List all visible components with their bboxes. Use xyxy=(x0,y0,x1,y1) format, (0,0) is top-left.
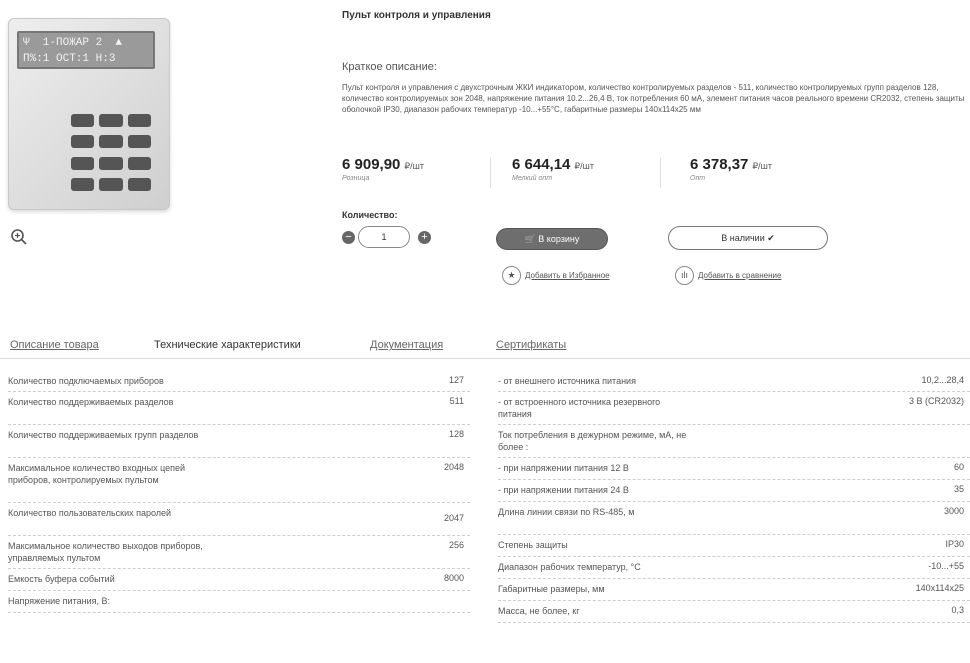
price-label: Розница xyxy=(342,175,370,182)
product-title: Пульт контроля и управления xyxy=(342,10,491,21)
table-row: Напряжение питания, В: xyxy=(8,591,470,613)
table-row: - при напряжении питания 12 В 60 xyxy=(498,458,970,480)
tab-documentation[interactable]: Документация xyxy=(370,339,443,351)
spec-value: 127 xyxy=(448,375,464,385)
spec-name: - при напряжении питания 24 В xyxy=(498,485,629,495)
spec-value: 3000 xyxy=(943,506,964,516)
quantity-increase-button[interactable]: + xyxy=(418,231,431,244)
table-row: - от встроенного источника резервного пи… xyxy=(498,392,970,425)
spec-name: Количество поддерживаемых групп разделов xyxy=(8,430,199,440)
price-divider xyxy=(490,158,491,188)
spec-name: Напряжение питания, В: xyxy=(8,596,110,606)
spec-value: 10,2...28,4 xyxy=(921,375,964,385)
spec-value: IP30 xyxy=(945,539,964,549)
spec-name: Ток потребления в дежурном режиме, мА, н… xyxy=(498,430,687,452)
spec-name: Максимальное количество выходов приборов… xyxy=(8,541,203,563)
spec-value: 511 xyxy=(449,396,464,406)
price-divider xyxy=(660,158,661,188)
compare-icon[interactable]: ılı xyxy=(675,266,694,285)
star-icon[interactable]: ★ xyxy=(502,266,521,285)
spec-name: Емкость буфера событий xyxy=(8,574,115,584)
tab-specifications[interactable]: Технические характеристики xyxy=(154,339,301,351)
zoom-icon[interactable] xyxy=(10,228,28,246)
table-row: Максимальное количество входных цепей пр… xyxy=(8,458,470,503)
spec-name: Длина линии связи по RS-485, м xyxy=(498,507,635,517)
specs-table-right: - от внешнего источника питания 10,2...2… xyxy=(498,371,970,623)
table-row: - от внешнего источника питания 10,2...2… xyxy=(498,371,970,392)
spec-value: 128 xyxy=(448,429,464,439)
table-row: Количество подключаемых приборов 127 xyxy=(8,371,470,392)
spec-value: 2048 xyxy=(443,462,464,472)
tab-certificates[interactable]: Сертификаты xyxy=(496,339,566,351)
table-row: Масса, не более, кг 0,3 xyxy=(498,601,970,623)
table-row: Емкость буфера событий 8000 xyxy=(8,569,470,591)
quantity-input[interactable]: 1 xyxy=(358,226,410,248)
spec-name: Диапазон рабочих температур, °С xyxy=(498,562,641,572)
price-label: Опт xyxy=(690,175,706,182)
spec-name: Количество подключаемых приборов xyxy=(8,376,164,386)
table-row: Длина линии связи по RS-485, м 3000 xyxy=(498,502,970,535)
table-row: Габаритные размеры, мм 140х114х25 xyxy=(498,579,970,601)
in-stock-button[interactable]: В наличии ✔ xyxy=(668,226,828,250)
spec-name: - при напряжении питания 12 В xyxy=(498,463,629,473)
quantity-label: Количество: xyxy=(342,210,398,220)
spec-value: 8000 xyxy=(443,573,464,583)
table-row: Максимальное количество выходов приборов… xyxy=(8,536,470,569)
price-amount: 6 644,14 xyxy=(512,156,571,173)
price-retail: 6 909,90 ₽/шт Розница xyxy=(342,156,424,182)
spec-value: 35 xyxy=(953,484,964,494)
spec-value: 140х114х25 xyxy=(915,583,964,593)
spec-name: - от встроенного источника резервного пи… xyxy=(498,397,661,419)
table-row: Степень защиты IP30 xyxy=(498,535,970,557)
table-row: Количество пользовательских паролей 2047 xyxy=(8,503,470,536)
spec-name: Масса, не более, кг xyxy=(498,606,580,616)
price-amount: 6 909,90 xyxy=(342,156,401,173)
spec-name: Габаритные размеры, мм xyxy=(498,584,605,594)
table-row: Диапазон рабочих температур, °С -10...+5… xyxy=(498,557,970,579)
price-unit: ₽/шт xyxy=(574,161,594,171)
spec-name: Количество поддерживаемых разделов xyxy=(8,397,174,407)
price-unit: ₽/шт xyxy=(752,161,772,171)
spec-value: -10...+55 xyxy=(928,561,964,571)
table-row: Количество поддерживаемых разделов 511 xyxy=(8,392,470,425)
add-to-compare-link[interactable]: Добавить в сравнение xyxy=(698,271,781,280)
spec-name: Степень защиты xyxy=(498,540,568,550)
table-row: Количество поддерживаемых групп разделов… xyxy=(8,425,470,458)
lcd-line-2: П%:1 ОСТ:1 Н:3 xyxy=(23,53,123,65)
table-row: - при напряжении питания 24 В 35 xyxy=(498,480,970,502)
spec-value: 3 В (CR2032) xyxy=(908,396,964,406)
price-amount: 6 378,37 xyxy=(690,156,749,173)
spec-name: Максимальное количество входных цепей пр… xyxy=(8,463,186,485)
specs-table-left: Количество подключаемых приборов 127 Кол… xyxy=(8,371,470,613)
spec-name: - от внешнего источника питания xyxy=(498,376,636,386)
lcd-line-1: Ψ 1-ПОЖАР 2 ▲ xyxy=(23,37,123,49)
description-heading: Краткое описание: xyxy=(342,61,437,73)
spec-value: 2047 xyxy=(443,513,464,523)
add-to-favorites-link[interactable]: Добавить в Избранное xyxy=(525,271,610,280)
tab-description[interactable]: Описание товара xyxy=(10,339,99,351)
price-unit: ₽/шт xyxy=(404,161,424,171)
table-row: Ток потребления в дежурном режиме, мА, н… xyxy=(498,425,970,458)
add-to-cart-button[interactable]: 🛒 В корзину xyxy=(496,228,608,250)
tabs-divider xyxy=(0,358,970,359)
spec-value: 256 xyxy=(448,540,464,550)
spec-name: Количество пользовательских паролей xyxy=(8,508,172,518)
quantity-decrease-button[interactable]: − xyxy=(342,231,355,244)
product-image[interactable]: Ψ 1-ПОЖАР 2 ▲ П%:1 ОСТ:1 Н:3 xyxy=(8,18,170,210)
price-label: Мелкий опт xyxy=(512,175,553,182)
spec-value: 60 xyxy=(953,462,964,472)
spec-value: 0,3 xyxy=(951,605,964,615)
price-small-wholesale: 6 644,14 ₽/шт Мелкий опт xyxy=(512,156,594,182)
lcd-display: Ψ 1-ПОЖАР 2 ▲ П%:1 ОСТ:1 Н:3 xyxy=(17,31,155,69)
description-text: Пульт контроля и управления с двухстрочн… xyxy=(342,83,965,114)
keypad xyxy=(71,114,151,194)
price-wholesale: 6 378,37 ₽/шт Опт xyxy=(690,156,772,182)
